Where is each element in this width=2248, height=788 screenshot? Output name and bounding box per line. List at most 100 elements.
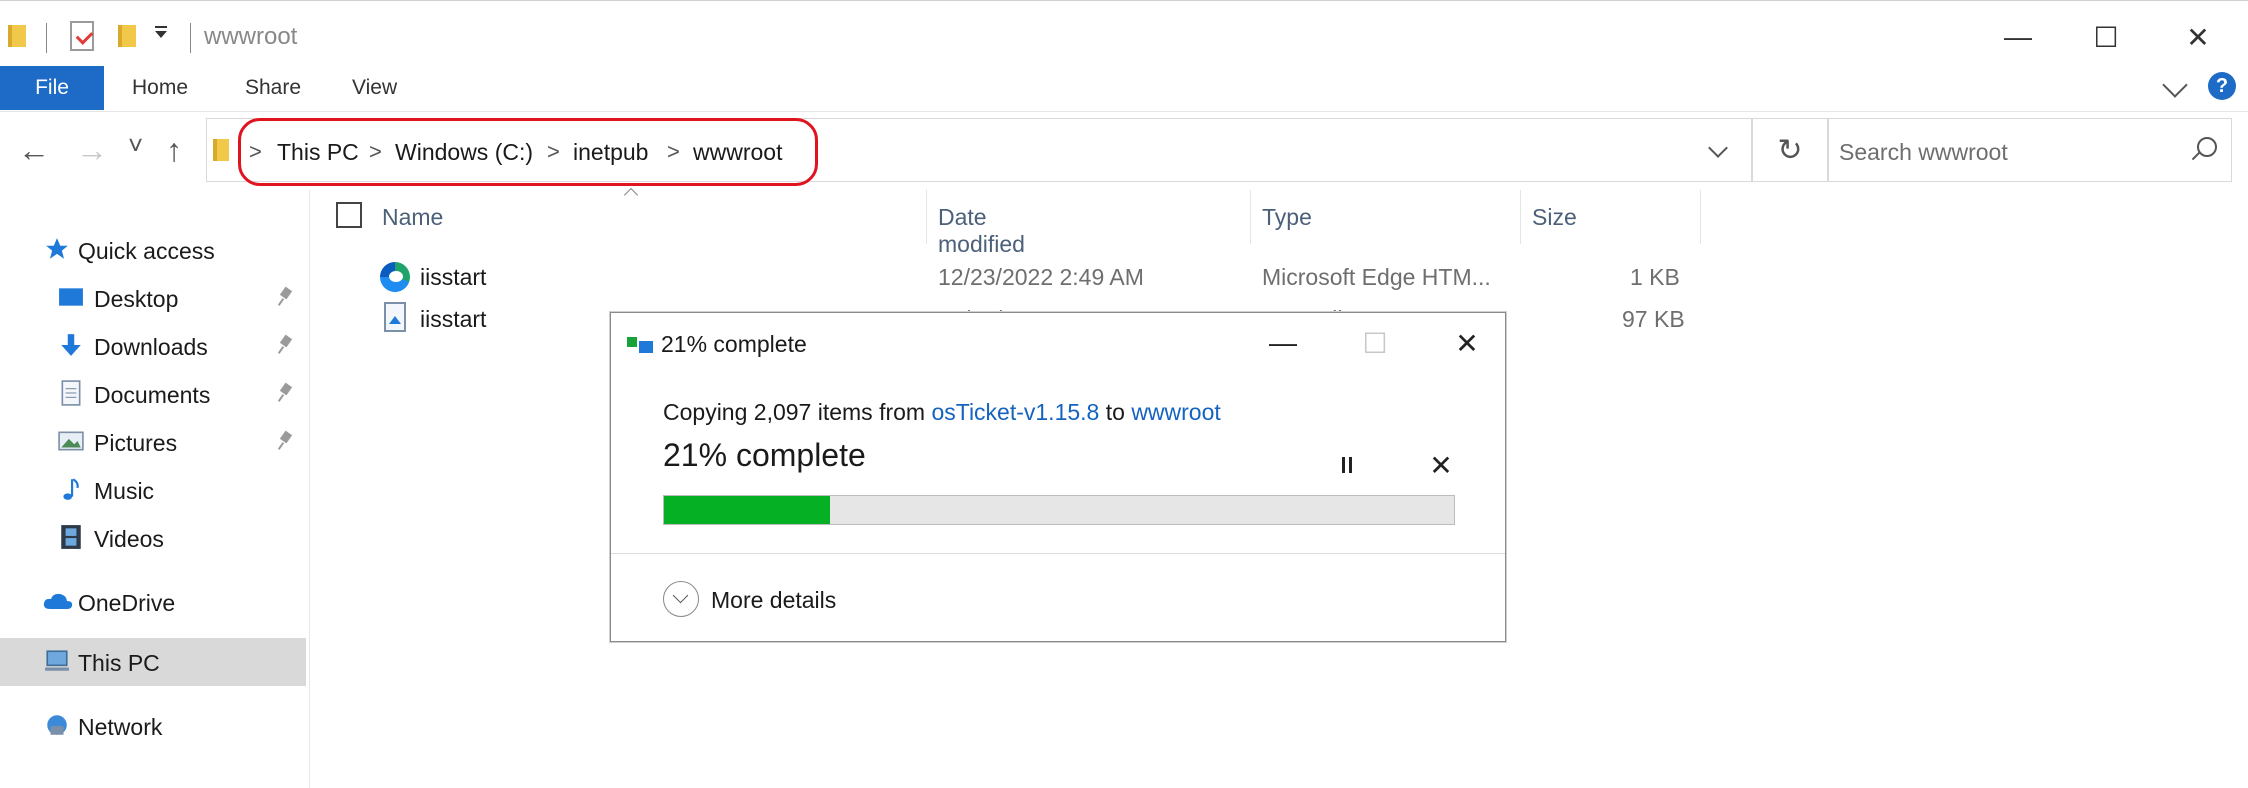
music-note-icon bbox=[63, 478, 79, 500]
file-name: iisstart bbox=[420, 306, 487, 332]
computer-icon bbox=[45, 650, 69, 671]
select-all-checkbox[interactable] bbox=[336, 202, 362, 228]
progress-status: 21% complete bbox=[663, 437, 866, 473]
star-icon bbox=[46, 238, 68, 259]
search-input[interactable]: Search wwwroot bbox=[1828, 118, 2232, 182]
minimize-button[interactable]: — bbox=[1978, 13, 2058, 61]
more-details-button[interactable]: More details bbox=[711, 587, 836, 614]
file-type: Microsoft Edge HTM... bbox=[1262, 264, 1491, 290]
pin-icon bbox=[280, 288, 292, 306]
copy-progress-icon bbox=[627, 337, 655, 355]
dialog-maximize-button: ☐ bbox=[1362, 327, 1388, 359]
file-date: 12/23/2022 2:49 AM bbox=[938, 264, 1144, 290]
tab-view[interactable]: View bbox=[352, 76, 397, 100]
cancel-copy-button[interactable]: ✕ bbox=[1421, 445, 1461, 485]
file-size: 1 KB bbox=[1630, 264, 1680, 290]
new-folder-icon[interactable] bbox=[118, 25, 136, 47]
sidebar-item-downloads[interactable]: Downloads bbox=[0, 322, 306, 370]
title-bar: wwwroot — ☐ ✕ bbox=[0, 0, 2248, 74]
search-icon[interactable] bbox=[2197, 137, 2217, 157]
image-file-icon bbox=[384, 302, 406, 332]
sidebar-item-label: Desktop bbox=[94, 286, 179, 312]
progress-bar-fill bbox=[664, 496, 830, 524]
tab-home[interactable]: Home bbox=[132, 76, 188, 100]
sidebar-item-label: Quick access bbox=[78, 238, 215, 264]
recent-locations-button[interactable]: ˅ bbox=[128, 132, 143, 158]
sidebar-item-pictures[interactable]: Pictures bbox=[0, 418, 306, 466]
column-divider[interactable] bbox=[1700, 190, 1701, 244]
pictures-icon bbox=[58, 431, 84, 451]
sidebar-item-videos[interactable]: Videos bbox=[0, 514, 306, 562]
help-button[interactable]: ? bbox=[2208, 72, 2236, 100]
tab-share[interactable]: Share bbox=[245, 76, 301, 100]
column-divider[interactable] bbox=[1520, 190, 1521, 244]
properties-icon[interactable] bbox=[70, 21, 94, 51]
sidebar-item-this-pc[interactable]: This PC bbox=[0, 638, 306, 686]
ribbon-tabs: File Home Share View ? bbox=[0, 66, 2248, 112]
customize-toolbar-icon[interactable] bbox=[155, 26, 167, 38]
copy-mid: to bbox=[1099, 399, 1132, 425]
folder-icon bbox=[8, 25, 26, 47]
dialog-divider bbox=[611, 553, 1505, 554]
refresh-button[interactable]: ↻ bbox=[1752, 118, 1828, 182]
copy-prefix: Copying 2,097 items from bbox=[663, 399, 932, 425]
sidebar-item-onedrive[interactable]: OneDrive bbox=[0, 578, 306, 626]
progress-bar bbox=[663, 495, 1455, 525]
path-highlight-annotation bbox=[238, 118, 818, 186]
sidebar-item-network[interactable]: Network bbox=[0, 702, 306, 750]
file-name: iisstart bbox=[420, 264, 487, 290]
sidebar-item-documents[interactable]: Documents bbox=[0, 370, 306, 418]
tab-file[interactable]: File bbox=[0, 66, 104, 110]
column-divider[interactable] bbox=[926, 190, 927, 244]
column-header-date-modified[interactable]: Date modified bbox=[938, 204, 1025, 258]
pin-icon bbox=[280, 336, 292, 354]
copy-description: Copying 2,097 items from osTicket-v1.15.… bbox=[663, 399, 1221, 426]
network-icon bbox=[47, 715, 67, 735]
sidebar-item-label: Videos bbox=[94, 526, 164, 552]
folder-icon bbox=[213, 139, 229, 161]
sidebar-item-label: Music bbox=[94, 478, 155, 504]
destination-folder-link[interactable]: wwwroot bbox=[1131, 399, 1220, 425]
cloud-icon bbox=[43, 593, 73, 609]
file-size: 97 KB bbox=[1622, 306, 1685, 332]
dialog-minimize-button[interactable]: — bbox=[1263, 323, 1303, 363]
dialog-title: 21% complete bbox=[661, 331, 807, 357]
download-arrow-icon bbox=[61, 334, 81, 356]
navigation-pane: Quick access Desktop Downloads Documents… bbox=[0, 190, 310, 788]
sidebar-item-quick-access[interactable]: Quick access bbox=[0, 226, 306, 274]
dialog-close-button[interactable]: ✕ bbox=[1447, 323, 1487, 363]
sidebar-item-music[interactable]: Music bbox=[0, 466, 306, 514]
address-history-chevron-icon[interactable] bbox=[1708, 138, 1728, 158]
source-folder-link[interactable]: osTicket-v1.15.8 bbox=[931, 399, 1099, 425]
film-icon bbox=[61, 525, 81, 549]
column-divider[interactable] bbox=[1250, 190, 1251, 244]
sidebar-item-label: Downloads bbox=[94, 334, 208, 360]
edge-icon bbox=[380, 262, 410, 292]
sidebar-item-label: This PC bbox=[78, 650, 160, 676]
column-header-name[interactable]: Name bbox=[382, 204, 443, 231]
maximize-button[interactable]: ☐ bbox=[2066, 13, 2146, 61]
search-placeholder: Search wwwroot bbox=[1839, 139, 2008, 165]
close-button[interactable]: ✕ bbox=[2158, 13, 2238, 61]
column-header-size[interactable]: Size bbox=[1532, 204, 1577, 231]
desktop-folder-icon bbox=[59, 288, 83, 306]
up-button[interactable]: ↑ bbox=[166, 134, 182, 166]
sidebar-item-label: OneDrive bbox=[78, 590, 176, 616]
column-header-type[interactable]: Type bbox=[1262, 204, 1312, 231]
documents-icon bbox=[61, 380, 81, 406]
sidebar-item-label: Documents bbox=[94, 382, 211, 408]
more-details-chevron-icon[interactable] bbox=[663, 581, 699, 617]
forward-button[interactable]: → bbox=[76, 134, 108, 166]
sidebar-item-label: Network bbox=[78, 714, 163, 740]
expand-ribbon-chevron-icon[interactable] bbox=[2162, 72, 2188, 98]
pin-icon bbox=[280, 432, 292, 450]
pause-button[interactable] bbox=[1327, 445, 1367, 485]
file-row-iisstart-htm[interactable]: iisstart 12/23/2022 2:49 AM Microsoft Ed… bbox=[320, 256, 1700, 298]
sidebar-item-label: Pictures bbox=[94, 430, 178, 456]
window-title: wwwroot bbox=[204, 23, 298, 50]
back-button[interactable]: ← bbox=[18, 134, 50, 166]
toolbar-separator bbox=[190, 23, 191, 53]
sidebar-item-desktop[interactable]: Desktop bbox=[0, 274, 306, 322]
sort-ascending-icon bbox=[623, 187, 639, 203]
pin-icon bbox=[280, 384, 292, 402]
